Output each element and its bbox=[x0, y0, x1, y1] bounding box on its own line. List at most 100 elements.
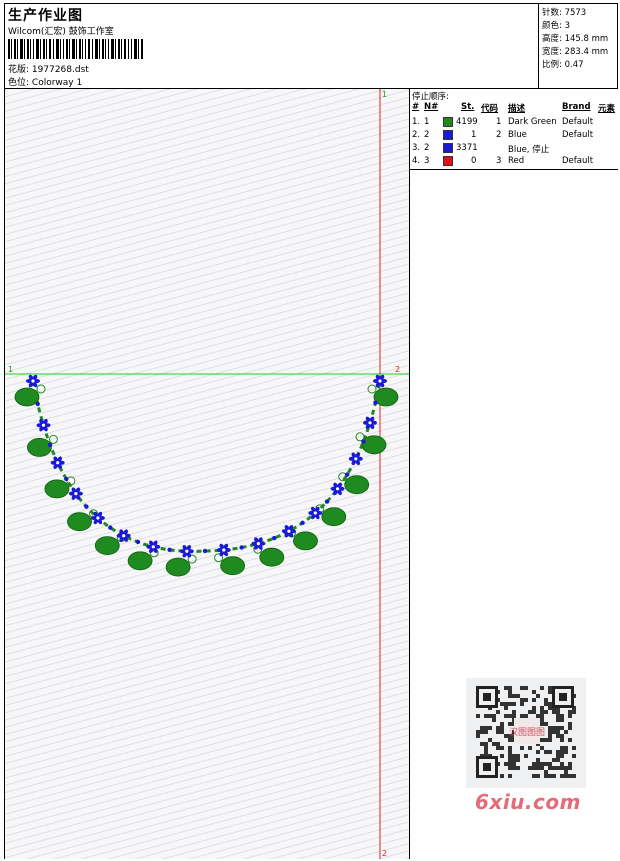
stat-value: 7573 bbox=[564, 8, 587, 18]
stats-box: 针数: 7573 颜色: 3 高度: 145.8 mm 宽度: 283.4 mm… bbox=[538, 4, 618, 88]
bead-dot bbox=[345, 472, 350, 477]
leaf-shape bbox=[94, 536, 120, 556]
row-num: 2. bbox=[412, 130, 421, 140]
design-line: 花版: 1977268.dst bbox=[8, 62, 89, 75]
row-code: 3 bbox=[496, 156, 502, 166]
stat-value: 0.47 bbox=[564, 60, 584, 70]
col-brand: Brand bbox=[562, 102, 591, 112]
row-n: 1 bbox=[424, 117, 430, 127]
flower-shape bbox=[179, 545, 194, 558]
row-stitches: 3371 bbox=[456, 143, 478, 153]
stop-sequence-title: 停止顺序: bbox=[412, 92, 449, 102]
leaf-shape bbox=[220, 556, 246, 576]
swirl-shape bbox=[48, 434, 58, 444]
row-description: Blue bbox=[508, 130, 527, 140]
row-description: Dark Green bbox=[508, 117, 557, 127]
marker-v-top: 1 bbox=[382, 90, 388, 99]
bead-dot bbox=[239, 545, 244, 550]
design-canvas: 1 2 1 2 bbox=[5, 89, 409, 859]
col-description: 描述 bbox=[508, 104, 526, 114]
bead-dot bbox=[108, 525, 113, 530]
panel-rule bbox=[410, 169, 618, 170]
color-swatch bbox=[443, 156, 453, 166]
flower-shape bbox=[363, 416, 377, 430]
barcode bbox=[8, 39, 143, 59]
colorway-value: Colorway 1 bbox=[31, 78, 83, 88]
bead-dot bbox=[361, 439, 366, 444]
stat-label: 宽度: bbox=[542, 47, 562, 57]
row-n: 2 bbox=[424, 130, 430, 140]
marker-h-right: 2 bbox=[395, 365, 401, 374]
site-watermark: 6xiu.com bbox=[475, 790, 581, 814]
row-num: 1. bbox=[412, 117, 421, 127]
flower-shape bbox=[216, 543, 231, 557]
stat-stitches: 针数: 7573 bbox=[542, 6, 586, 18]
stat-value: 283.4 mm bbox=[564, 47, 609, 57]
bead-dot bbox=[35, 401, 40, 407]
stat-scale: 比例: 0.47 bbox=[542, 58, 584, 70]
embroidery-preview bbox=[5, 89, 409, 859]
stat-label: 比例: bbox=[542, 60, 562, 70]
color-swatch bbox=[443, 117, 453, 127]
colorway-line: 色位: Colorway 1 bbox=[8, 75, 82, 88]
leaf-shape bbox=[127, 551, 153, 571]
leaf-shape bbox=[165, 557, 191, 577]
marker-h-left: 1 bbox=[8, 365, 14, 374]
leaf-shape bbox=[361, 435, 387, 455]
table-row: 2. 2 1 2 Blue Default bbox=[410, 129, 618, 142]
row-brand: Default bbox=[562, 117, 594, 127]
leaf-shape bbox=[14, 387, 40, 407]
row-code: 1 bbox=[496, 117, 502, 127]
bead-dot bbox=[324, 499, 330, 504]
stat-height: 高度: 145.8 mm bbox=[542, 32, 608, 44]
row-num: 3. bbox=[412, 143, 421, 153]
header-info: 生产作业图 Wilcom(汇宏) 鼓饰工作室 花版: 1977268.dst 色… bbox=[5, 4, 538, 88]
swirl-shape bbox=[36, 384, 46, 394]
row-n: 2 bbox=[424, 143, 430, 153]
stat-label: 针数: bbox=[542, 8, 562, 18]
marker-v-bottom: 2 bbox=[382, 849, 388, 858]
bead-dot bbox=[64, 476, 69, 482]
stat-value: 145.8 mm bbox=[564, 34, 609, 44]
swirl-shape bbox=[367, 384, 377, 394]
bead-dot bbox=[47, 442, 53, 447]
qr-code-icon: 汉图图图 bbox=[476, 686, 576, 778]
leaf-shape bbox=[293, 531, 318, 551]
stat-label: 高度: bbox=[542, 34, 562, 44]
col-code: 代码 bbox=[481, 104, 499, 114]
leaf-shape bbox=[44, 479, 70, 499]
leaf-shape bbox=[67, 512, 92, 532]
leaf-shape bbox=[259, 547, 285, 567]
stat-label: 颜色: bbox=[542, 21, 562, 31]
row-num: 4. bbox=[412, 156, 421, 166]
bead-dot bbox=[167, 547, 172, 552]
sheet-title: 生产作业图 bbox=[8, 8, 83, 24]
bead-dot bbox=[300, 520, 305, 525]
design-value: 1977268.dst bbox=[31, 65, 89, 75]
row-stitches: 1 bbox=[471, 130, 477, 140]
table-row: 4. 3 0 3 Red Default bbox=[410, 155, 618, 168]
svg-text:汉图图图: 汉图图图 bbox=[509, 727, 545, 738]
col-stitches: St. bbox=[461, 102, 475, 112]
stat-colors: 颜色: 3 bbox=[542, 19, 570, 31]
stat-width: 宽度: 283.4 mm bbox=[542, 45, 608, 57]
color-swatch bbox=[443, 143, 453, 153]
row-description: Red bbox=[508, 156, 525, 166]
row-brand: Default bbox=[562, 130, 594, 140]
table-row: 1. 1 4199 1 Dark Green Default bbox=[410, 116, 618, 129]
bead-dot bbox=[272, 535, 277, 541]
row-stitches: 4199 bbox=[456, 117, 478, 127]
col-num: # bbox=[412, 102, 420, 112]
design-label: 花版: bbox=[8, 65, 30, 75]
leaf-shape bbox=[321, 507, 347, 527]
qr-code-watermark: 汉图图图 bbox=[466, 678, 586, 788]
bead-dot bbox=[373, 400, 378, 405]
company-name: Wilcom(汇宏) 鼓饰工作室 bbox=[8, 27, 114, 37]
row-description: Blue, 停止 bbox=[508, 145, 550, 155]
col-n: N# bbox=[424, 102, 439, 112]
bead-dot bbox=[202, 548, 208, 554]
stat-value: 3 bbox=[564, 21, 570, 31]
flower-shape bbox=[348, 452, 363, 466]
row-brand: Default bbox=[562, 156, 594, 166]
row-code: 2 bbox=[496, 130, 502, 140]
